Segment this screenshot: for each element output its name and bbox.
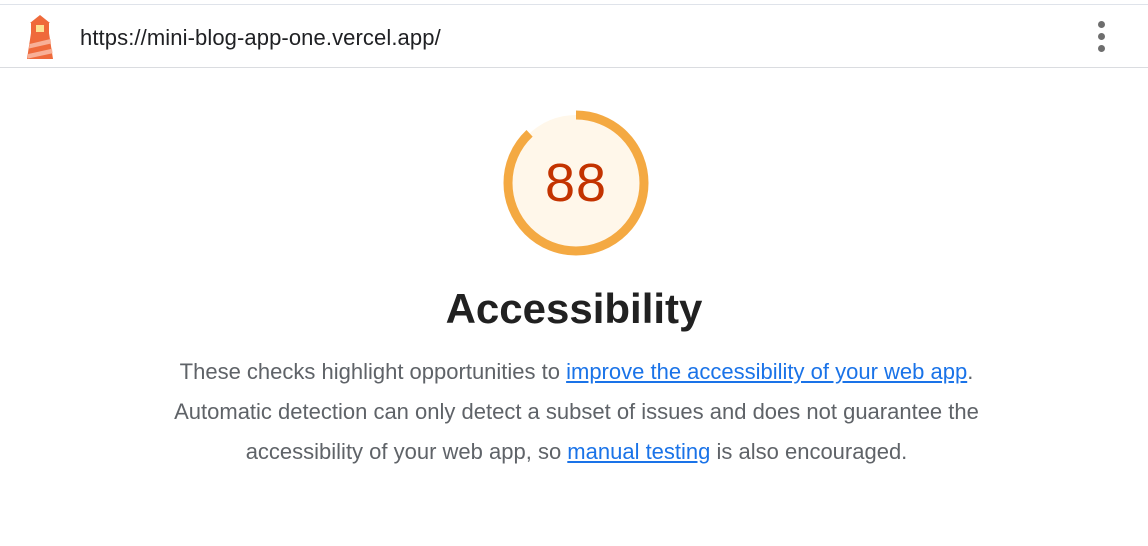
manual-testing-link[interactable]: manual testing xyxy=(567,439,710,464)
lighthouse-icon xyxy=(22,13,58,61)
report-header: https://mini-blog-app-one.vercel.app/ xyxy=(0,5,1148,68)
improve-accessibility-link[interactable]: improve the accessibility of your web ap… xyxy=(566,359,967,384)
more-vert-icon[interactable] xyxy=(1088,17,1116,57)
menu-dot xyxy=(1098,45,1105,52)
score-gauge: 88 xyxy=(499,106,653,260)
menu-dot xyxy=(1098,21,1105,28)
category-title: Accessibility xyxy=(445,285,703,332)
category-description: These checks highlight opportunities to … xyxy=(174,352,979,472)
menu-dot xyxy=(1098,33,1105,40)
score-value: 88 xyxy=(544,153,608,213)
description-text: These checks highlight opportunities to xyxy=(179,359,567,384)
page-url: https://mini-blog-app-one.vercel.app/ xyxy=(80,25,441,50)
description-text: is also encouraged. xyxy=(710,439,908,464)
